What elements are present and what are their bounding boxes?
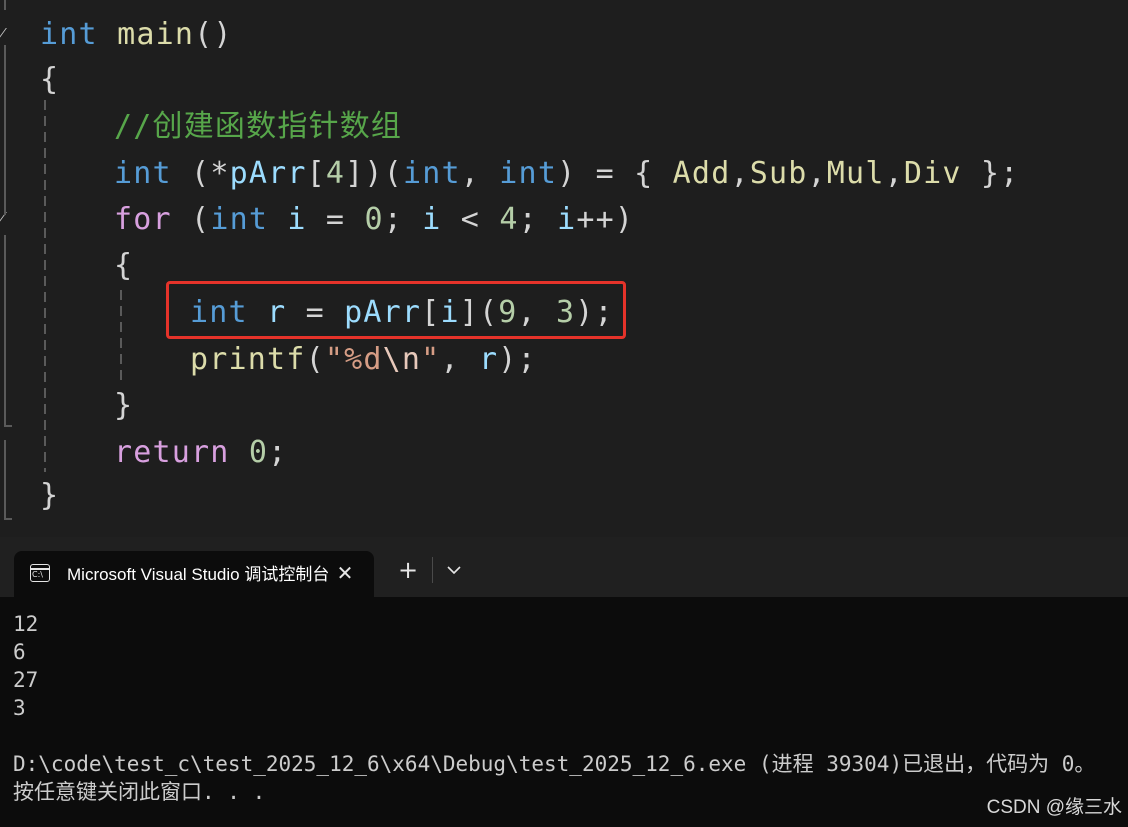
tab-divider [432, 557, 433, 583]
code-token: { [40, 62, 60, 97]
code-token: 4 [499, 202, 519, 237]
code-token: ; [383, 202, 423, 237]
code-token: ) = { [557, 156, 673, 191]
code-token: , [730, 156, 750, 191]
new-tab-button[interactable]: + [394, 556, 422, 584]
code-token: Add [672, 156, 731, 191]
code-token: for [114, 202, 172, 237]
gutter-line [4, 440, 6, 520]
close-icon[interactable]: ✕ [332, 560, 358, 586]
code-line-1[interactable]: int main() [40, 15, 233, 55]
code-token: , [460, 156, 500, 191]
code-token: ( [305, 342, 325, 377]
fold-marker-icon[interactable]: ⁄ [0, 22, 3, 47]
code-token: r [478, 342, 499, 377]
fold-marker-icon[interactable]: ⁄ [0, 206, 3, 231]
code-token: int [210, 202, 269, 237]
gutter-line [4, 45, 6, 215]
code-token: ++) [576, 202, 635, 237]
indent-guide [44, 100, 46, 472]
console-icon: C:\ [30, 564, 50, 582]
code-token: () [194, 17, 233, 52]
output-line: 12 [13, 612, 39, 636]
code-line-3[interactable]: //创建函数指针数组 [114, 107, 402, 147]
code-line-2[interactable]: { [40, 60, 59, 100]
chevron-down-icon [447, 566, 461, 574]
code-token: 0 [364, 202, 384, 237]
code-line-10[interactable]: return 0; [114, 433, 287, 473]
output-line: 按任意键关闭此窗口. . . [13, 780, 266, 804]
code-token: , [807, 156, 827, 191]
code-token: < [441, 202, 500, 237]
code-token: , [440, 342, 479, 377]
highlight-box [166, 281, 626, 339]
code-token: , [884, 156, 904, 191]
output-line: 6 [13, 640, 26, 664]
terminal-window[interactable]: C:\ Microsoft Visual Studio 调试控制台 ✕ + 12… [0, 537, 1128, 827]
code-token: int [40, 17, 98, 52]
code-token: \n [382, 342, 422, 377]
console-output[interactable]: 12 6 27 3 D:\code\test_c\test_2025_12_6\… [0, 597, 1128, 827]
console-icon-label: C:\ [32, 570, 43, 579]
code-token: ( [171, 202, 211, 237]
code-token: main [117, 17, 195, 52]
tab-debug-console[interactable]: C:\ Microsoft Visual Studio 调试控制台 ✕ [14, 551, 374, 597]
code-token: Div [903, 156, 962, 191]
code-token: pArr [229, 156, 307, 191]
output-line: D:\code\test_c\test_2025_12_6\x64\Debug\… [13, 752, 1096, 776]
gutter-tick [4, 425, 12, 427]
code-token: Sub [749, 156, 808, 191]
code-token: int [114, 156, 172, 191]
code-token: i [557, 202, 577, 237]
tab-title: Microsoft Visual Studio 调试控制台 [67, 565, 329, 584]
code-line-8[interactable]: printf("%d\n", r); [190, 340, 537, 380]
code-token: int [499, 156, 558, 191]
gutter-line [4, 0, 6, 10]
code-token: return [114, 435, 230, 470]
code-token: //创建函数指针数组 [114, 109, 403, 144]
code-token: Mul [826, 156, 885, 191]
code-token: ; [268, 435, 288, 470]
gutter-tick [4, 518, 12, 520]
code-token: i [287, 202, 307, 237]
code-token: }; [961, 156, 1020, 191]
code-line-6[interactable]: { [114, 246, 133, 286]
code-token: } [40, 478, 60, 513]
code-token: { [114, 248, 134, 283]
watermark: CSDN @缘三水 [986, 797, 1122, 818]
code-token: = [306, 202, 365, 237]
indent-guide [120, 290, 122, 380]
code-token: (* [171, 156, 230, 191]
code-line-11[interactable]: } [40, 476, 59, 516]
code-token: 4 [325, 156, 346, 191]
dropdown-button[interactable] [442, 556, 466, 584]
code-token: ; [518, 202, 558, 237]
code-token: int [402, 156, 461, 191]
code-editor[interactable]: ⁄ ⁄ int main() { //创建函数指针数组 int (*pArr[4… [0, 0, 1128, 537]
code-token: ])( [345, 156, 403, 191]
code-token: ); [498, 342, 537, 377]
code-line-4[interactable]: int (*pArr[4])(int, int) = { Add,Sub,Mul… [114, 154, 1019, 194]
output-line: 27 [13, 668, 39, 692]
code-token: printf [190, 342, 306, 377]
code-token: [ [306, 156, 326, 191]
code-line-5[interactable]: for (int i = 0; i < 4; i++) [114, 200, 634, 240]
code-token: i [422, 202, 442, 237]
code-token: " [421, 342, 441, 377]
tab-bar: C:\ Microsoft Visual Studio 调试控制台 ✕ + [0, 537, 1128, 597]
code-line-9[interactable]: } [114, 386, 133, 426]
code-token: "%d [324, 342, 383, 377]
code-token: 0 [248, 435, 269, 470]
gutter-line [4, 235, 6, 425]
code-token: } [114, 388, 134, 423]
output-line: 3 [13, 696, 26, 720]
